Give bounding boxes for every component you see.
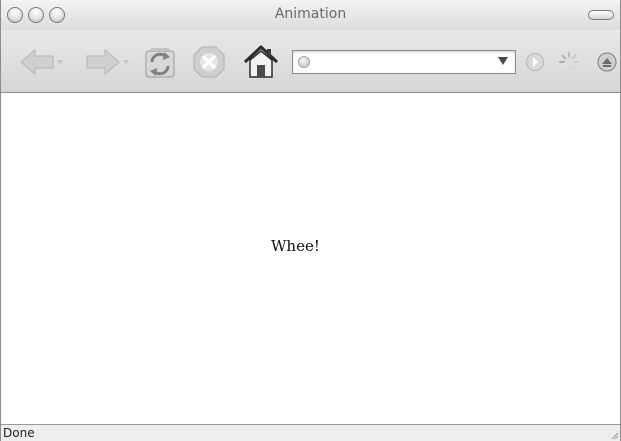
back-arrow-icon: [20, 48, 63, 76]
go-icon: [526, 53, 544, 71]
toolbar-toggle-button[interactable]: [588, 10, 614, 20]
browser-window: Animation Whee! Done: [0, 0, 621, 441]
status-bar: Done: [1, 424, 620, 441]
go-button[interactable]: [525, 52, 545, 72]
resize-grip-icon[interactable]: [609, 430, 619, 440]
url-input[interactable]: [315, 53, 487, 71]
url-bar[interactable]: [292, 50, 516, 74]
stop-icon: [193, 46, 225, 78]
navigation-toolbar: [1, 30, 620, 93]
home-button[interactable]: [243, 43, 279, 81]
page-content: Whee!: [1, 93, 620, 424]
download-icon: [597, 52, 617, 72]
page-text: Whee!: [271, 237, 320, 255]
activity-throbber: [558, 51, 580, 73]
spinner-icon: [559, 52, 579, 72]
reload-button[interactable]: [141, 43, 179, 81]
status-text: Done: [3, 426, 35, 440]
window-title: Animation: [274, 6, 347, 22]
back-button[interactable]: [19, 47, 65, 77]
title-bar[interactable]: Animation: [1, 0, 620, 30]
reload-icon: [145, 48, 175, 78]
page-favicon-icon: [298, 56, 310, 68]
forward-arrow-icon: [86, 48, 129, 76]
stop-button[interactable]: [191, 44, 227, 80]
dropdown-triangle-icon[interactable]: [498, 57, 508, 65]
extra-button[interactable]: [596, 51, 618, 73]
forward-button[interactable]: [79, 47, 131, 77]
home-icon: [243, 45, 279, 78]
